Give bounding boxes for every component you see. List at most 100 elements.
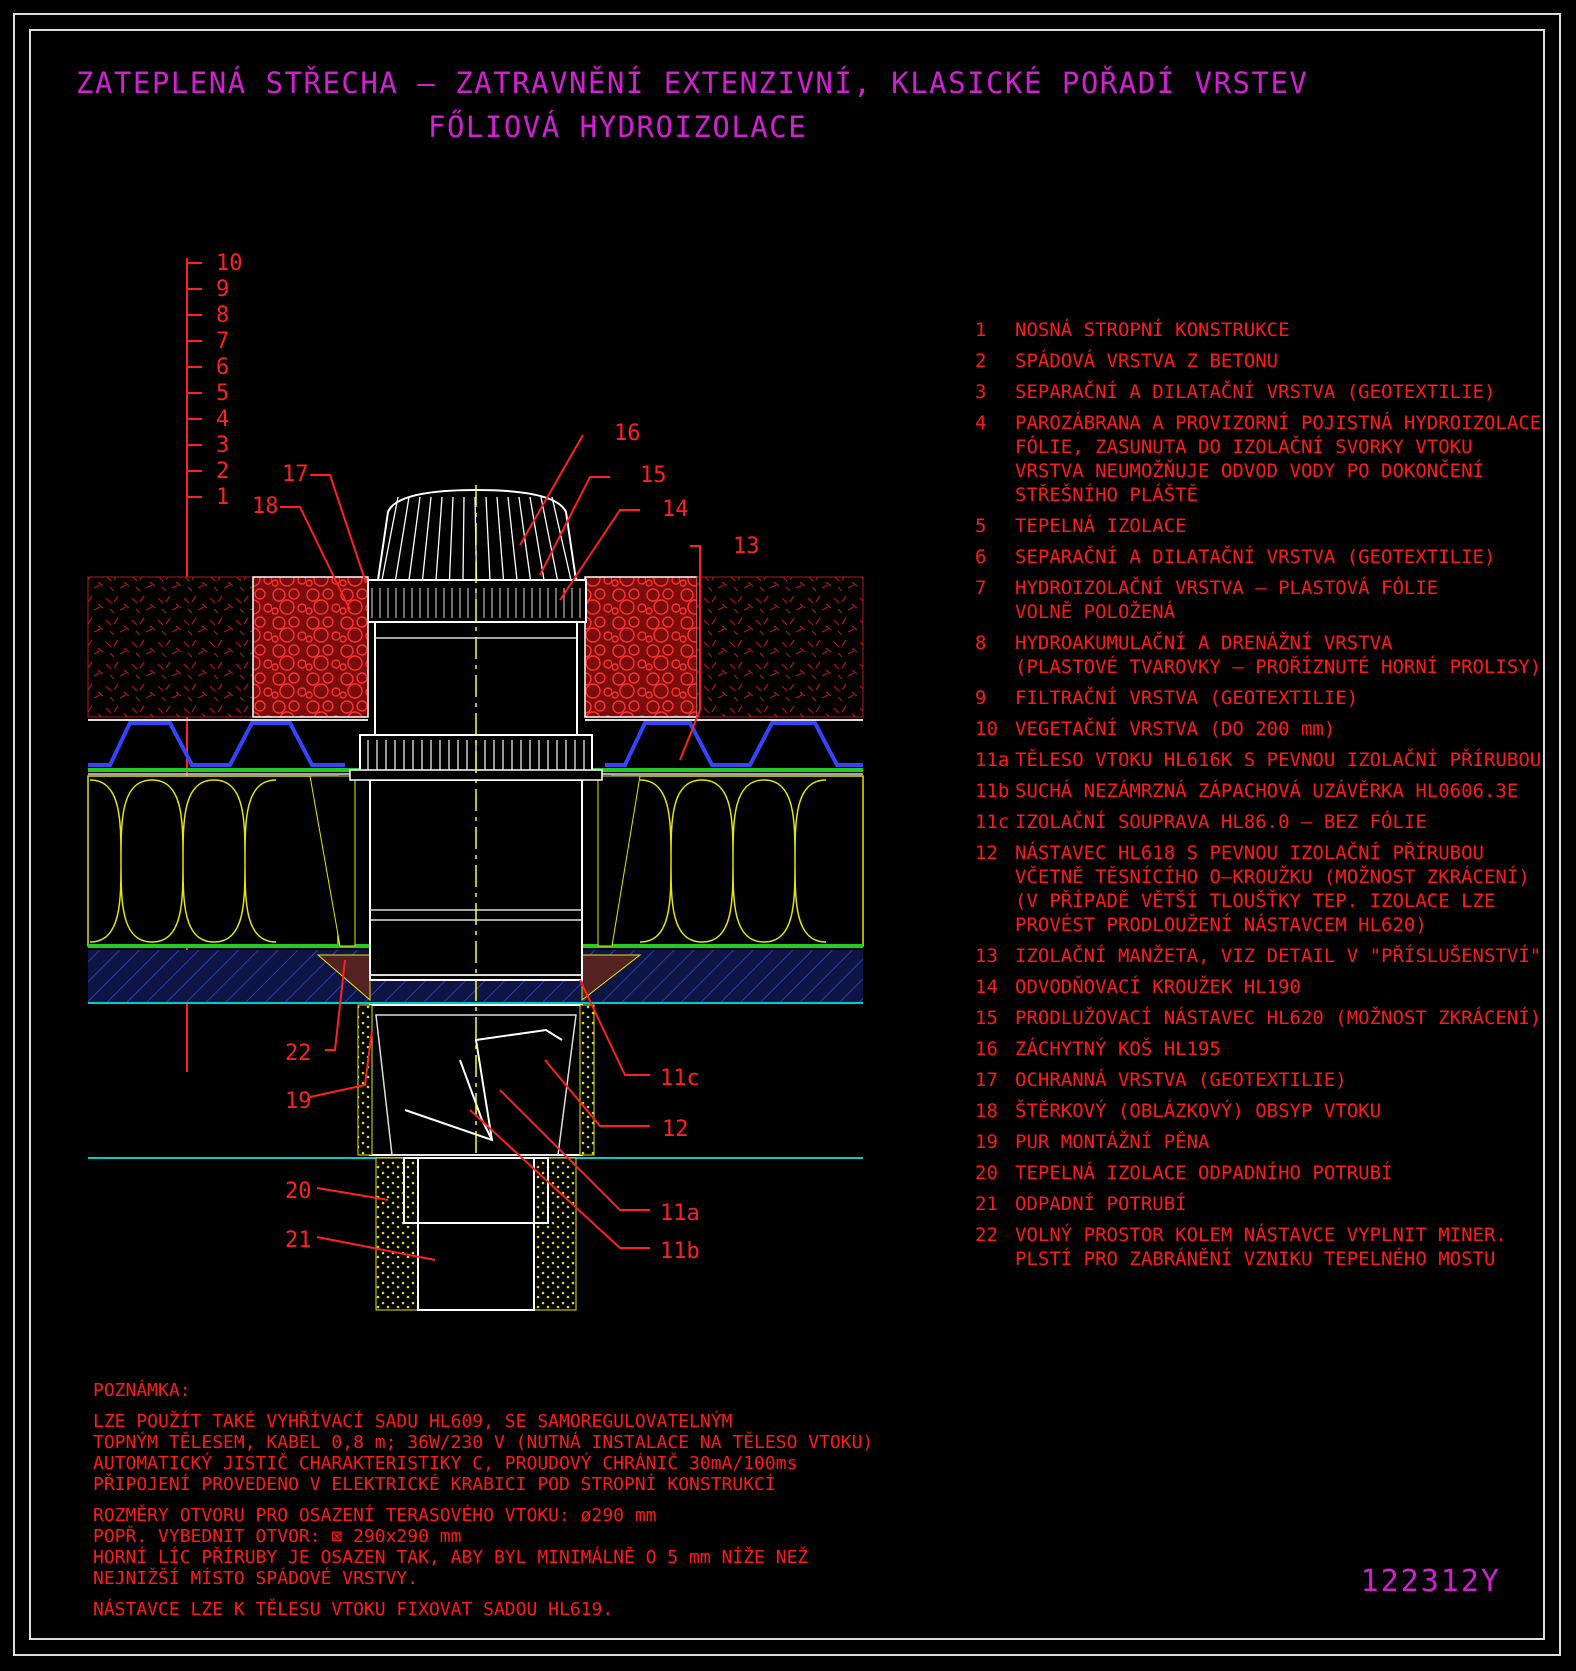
legend-item: 14 ODVODŇOVACÍ KROUŽEK HL190 <box>975 975 1545 999</box>
legend-item: 13 IZOLAČNÍ MANŽETA, VIZ DETAIL V "PŘÍSLU… <box>975 944 1545 968</box>
legend-item: 18 ŠTĚRKOVÝ (OBLÁZKOVÝ) OBSYP VTOKU <box>975 1099 1545 1123</box>
legend-item: 6 SEPARAČNÍ A DILATAČNÍ VRSTVA (GEOTEXTIL… <box>975 545 1545 569</box>
legend-text: SUCHÁ NEZÁMRZNÁ ZÁPACHOVÁ UZÁVĚRKA HL060… <box>1015 780 1519 802</box>
callout-11a: 11a <box>660 1201 700 1226</box>
legend-number: 20 <box>975 1162 998 1184</box>
callout-21: 21 <box>285 1228 312 1253</box>
legend-number: 15 <box>975 1007 998 1029</box>
legend-item: 11c IZOLAČNÍ SOUPRAVA HL86.0 – BEZ FÓLIE <box>975 810 1545 834</box>
legend-text: HYDROIZOLAČNÍ VRSTVA – PLASTOVÁ FÓLIE VO… <box>1015 577 1439 623</box>
callout-17: 17 <box>282 462 309 487</box>
legend-item: 2 SPÁDOVÁ VRSTVA Z BETONU <box>975 349 1545 373</box>
pipe-insulation-left <box>375 1157 419 1311</box>
legend-item: 4 PAROZÁBRANA A PROVIZORNÍ POJISTNÁ HYDRO… <box>975 411 1545 507</box>
scale-label: 3 <box>216 433 229 458</box>
legend-item: 16 ZÁCHYTNÝ KOŠ HL195 <box>975 1037 1545 1061</box>
legend-text: VEGETAČNÍ VRSTVA (DO 200 mm) <box>1015 718 1336 740</box>
legend-number: 8 <box>975 632 987 654</box>
notes-heading: POZNÁMKA: <box>93 1380 191 1401</box>
legend-text: IZOLAČNÍ SOUPRAVA HL86.0 – BEZ FÓLIE <box>1015 811 1427 833</box>
legend-text: SEPARAČNÍ A DILATAČNÍ VRSTVA (GEOTEXTILI… <box>1015 546 1496 568</box>
legend-list: 1 NOSNÁ STROPNÍ KONSTRUKCE 2 SPÁDOVÁ VRSTVA… <box>975 318 1545 1278</box>
legend-number: 12 <box>975 842 998 864</box>
drainage-profile-left <box>88 721 345 767</box>
scale-label: 7 <box>216 329 229 354</box>
legend-text: TEPELNÁ IZOLACE ODPADNÍHO POTRUBÍ <box>1015 1162 1393 1184</box>
legend-text: ZÁCHYTNÝ KOŠ HL195 <box>1015 1038 1221 1060</box>
scale-label: 1 <box>216 485 229 510</box>
legend-number: 11c <box>975 811 1010 833</box>
legend-number: 7 <box>975 577 987 599</box>
legend-number: 22 <box>975 1224 998 1246</box>
pipe-insulation-right <box>533 1157 577 1311</box>
note-paragraph: LZE POUŽÍT TAKÉ VYHŘÍVACÍ SADU HL609, SE… <box>93 1411 874 1495</box>
callout-14: 14 <box>662 497 689 522</box>
legend-item: 15 PRODLUŽOVACÍ NÁSTAVEC HL620 (MOŽNOST Z… <box>975 1006 1545 1030</box>
callout-20: 20 <box>285 1179 312 1204</box>
legend-number: 21 <box>975 1193 998 1215</box>
legend-number: 13 <box>975 945 998 967</box>
legend-item: 17 OCHRANNÁ VRSTVA (GEOTEXTILIE) <box>975 1068 1545 1092</box>
scale-label: 8 <box>216 303 229 328</box>
scale-label: 4 <box>216 407 229 432</box>
legend-item: 11b SUCHÁ NEZÁMRZNÁ ZÁPACHOVÁ UZÁVĚRKA HL… <box>975 779 1545 803</box>
legend-item: 22 VOLNÝ PROSTOR KOLEM NÁSTAVCE VYPLNIT M… <box>975 1223 1545 1271</box>
legend-item: 8 HYDROAKUMULAČNÍ A DRENÁŽNÍ VRSTVA (PLAS… <box>975 631 1545 679</box>
vegetation-layer-left <box>87 576 254 718</box>
legend-number: 1 <box>975 319 987 341</box>
legend-text: TĚLESO VTOKU HL616K S PEVNOU IZOLAČNÍ PŘ… <box>1015 749 1542 771</box>
legend-number: 6 <box>975 546 987 568</box>
legend-item: 10 VEGETAČNÍ VRSTVA (DO 200 mm) <box>975 717 1545 741</box>
legend-text: TEPELNÁ IZOLACE <box>1015 515 1187 537</box>
legend-text: ODVODŇOVACÍ KROUŽEK HL190 <box>1015 976 1301 998</box>
legend-item: 19 PUR MONTÁŽNÍ PĚNA <box>975 1130 1545 1154</box>
callout-13: 13 <box>733 534 760 559</box>
gravel-surround-right <box>584 576 698 718</box>
scale-label: 10 <box>216 251 243 276</box>
scale-label: 2 <box>216 459 229 484</box>
legend-text: FILTRAČNÍ VRSTVA (GEOTEXTILIE) <box>1015 687 1359 709</box>
drainage-profile-right <box>605 721 863 767</box>
legend-number: 11b <box>975 780 1010 802</box>
callout-11c: 11c <box>660 1066 700 1091</box>
legend-text: VOLNÝ PROSTOR KOLEM NÁSTAVCE VYPLNIT MIN… <box>1015 1224 1507 1270</box>
note-paragraph: NÁSTAVCE LZE K TĚLESU VTOKU FIXOVAT SADO… <box>93 1599 614 1620</box>
legend-text: PAROZÁBRANA A PROVIZORNÍ POJISTNÁ HYDROI… <box>1015 412 1542 506</box>
legend-item: 7 HYDROIZOLAČNÍ VRSTVA – PLASTOVÁ FÓLIE V… <box>975 576 1545 624</box>
legend-item: 9 FILTRAČNÍ VRSTVA (GEOTEXTILIE) <box>975 686 1545 710</box>
legend-text: NOSNÁ STROPNÍ KONSTRUKCE <box>1015 319 1290 341</box>
legend-number: 9 <box>975 687 987 709</box>
legend-number: 2 <box>975 350 987 372</box>
scale-label: 6 <box>216 355 229 380</box>
callout-12: 12 <box>662 1117 689 1142</box>
legend-number: 3 <box>975 381 987 403</box>
vegetation-layer-right <box>696 576 864 718</box>
legend-text: OCHRANNÁ VRSTVA (GEOTEXTILIE) <box>1015 1069 1347 1091</box>
callout-18: 18 <box>252 494 279 519</box>
basket-base <box>367 579 587 623</box>
legend-item: 3 SEPARAČNÍ A DILATAČNÍ VRSTVA (GEOTEXTIL… <box>975 380 1545 404</box>
legend-number: 18 <box>975 1100 998 1122</box>
legend-number: 16 <box>975 1038 998 1060</box>
legend-item: 5 TEPELNÁ IZOLACE <box>975 514 1545 538</box>
pur-foam-right <box>579 1004 595 1156</box>
legend-number: 4 <box>975 412 987 434</box>
legend-text: NÁSTAVEC HL618 S PEVNOU IZOLAČNÍ PŘÍRUBO… <box>1015 842 1530 936</box>
scale-label: 5 <box>216 381 229 406</box>
legend-text: IZOLAČNÍ MANŽETA, VIZ DETAIL V "PŘÍSLUŠE… <box>1015 945 1542 967</box>
scale-ticks: 10987654321 <box>187 251 243 510</box>
gravel-surround-left <box>252 576 369 718</box>
legend-item: 11a TĚLESO VTOKU HL616K S PEVNOU IZOLAČNÍ… <box>975 748 1545 772</box>
callout-22: 22 <box>285 1041 312 1066</box>
legend-number: 10 <box>975 718 998 740</box>
legend-text: SPÁDOVÁ VRSTVA Z BETONU <box>1015 350 1279 372</box>
legend-text: PRODLUŽOVACÍ NÁSTAVEC HL620 (MOŽNOST ZKR… <box>1015 1007 1542 1029</box>
callout-16: 16 <box>614 421 641 446</box>
waste-pipe <box>417 1157 535 1311</box>
callout-15: 15 <box>640 463 667 488</box>
legend-text: HYDROAKUMULAČNÍ A DRENÁŽNÍ VRSTVA (PLAST… <box>1015 632 1542 678</box>
legend-item: 12 NÁSTAVEC HL618 S PEVNOU IZOLAČNÍ PŘÍRU… <box>975 841 1545 937</box>
legend-item: 1 NOSNÁ STROPNÍ KONSTRUKCE <box>975 318 1545 342</box>
legend-number: 14 <box>975 976 998 998</box>
legend-text: PUR MONTÁŽNÍ PĚNA <box>1015 1131 1210 1153</box>
